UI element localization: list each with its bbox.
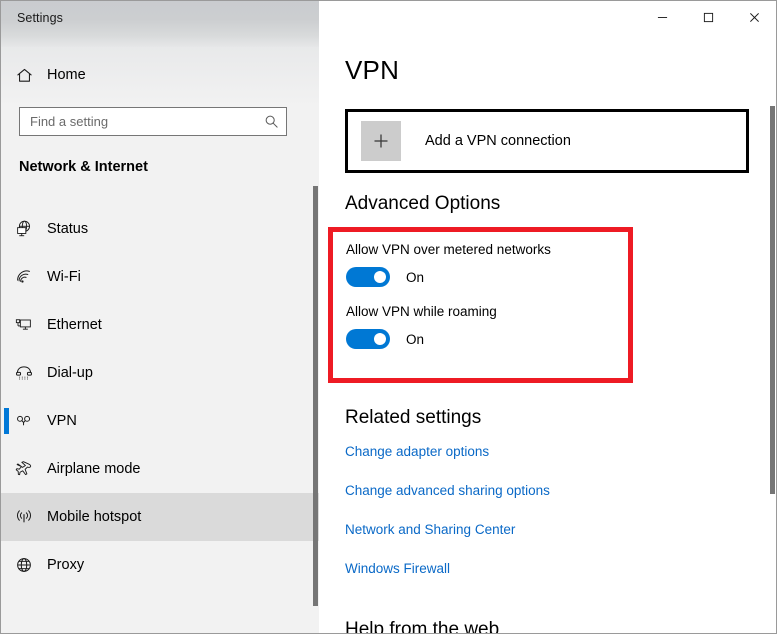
help-from-web-heading: Help from the web — [345, 619, 499, 634]
sidebar-scrollbar[interactable] — [313, 186, 318, 606]
sidebar-item-wifi[interactable]: Wi-Fi — [1, 253, 319, 301]
ethernet-icon — [1, 315, 47, 335]
maximize-button[interactable] — [685, 1, 731, 33]
link-windows-firewall[interactable]: Windows Firewall — [345, 561, 450, 576]
setting-allow-vpn-roaming-row: On — [346, 329, 497, 349]
setting-allow-vpn-roaming-label: Allow VPN while roaming — [346, 304, 497, 319]
sidebar-item-wifi-label: Wi-Fi — [47, 269, 81, 285]
add-vpn-connection-label: Add a VPN connection — [425, 133, 571, 149]
sidebar-nav-list: Status Wi-Fi — [1, 205, 319, 589]
page-title: VPN — [345, 55, 399, 86]
setting-allow-vpn-metered: Allow VPN over metered networks On — [346, 242, 551, 287]
plus-icon — [361, 121, 401, 161]
content-scrollbar[interactable] — [770, 106, 775, 494]
wifi-icon — [1, 267, 47, 287]
link-change-advanced-sharing-options[interactable]: Change advanced sharing options — [345, 483, 550, 498]
proxy-globe-icon — [1, 555, 47, 575]
related-settings-heading: Related settings — [345, 407, 481, 429]
advanced-options-heading: Advanced Options — [345, 193, 500, 215]
window-title: Settings — [17, 11, 63, 25]
toggle-allow-vpn-roaming-state: On — [406, 332, 424, 347]
sidebar-item-ethernet-label: Ethernet — [47, 317, 102, 333]
home-icon — [1, 66, 47, 85]
toggle-knob — [374, 271, 386, 283]
dialup-phone-icon — [1, 363, 47, 383]
sidebar-item-vpn[interactable]: VPN — [1, 397, 319, 445]
sidebar-item-airplane-mode[interactable]: Airplane mode — [1, 445, 319, 493]
sidebar-item-ethernet[interactable]: Ethernet — [1, 301, 319, 349]
sidebar-item-dialup-label: Dial-up — [47, 365, 93, 381]
sidebar-item-proxy[interactable]: Proxy — [1, 541, 319, 589]
sidebar-item-dialup[interactable]: Dial-up — [1, 349, 319, 397]
toggle-allow-vpn-metered-state: On — [406, 270, 424, 285]
title-bar: Settings — [1, 1, 319, 47]
sidebar-item-home-label: Home — [47, 67, 86, 83]
settings-window: Settings Home Network & Internet — [0, 0, 777, 634]
advanced-options-highlight-box: Allow VPN over metered networks On Allow… — [328, 227, 633, 383]
sidebar-item-status[interactable]: Status — [1, 205, 319, 253]
window-controls — [639, 1, 777, 33]
link-network-and-sharing-center[interactable]: Network and Sharing Center — [345, 522, 515, 537]
selection-indicator — [4, 408, 9, 434]
close-button[interactable] — [731, 1, 777, 33]
setting-allow-vpn-metered-row: On — [346, 267, 551, 287]
sidebar-item-airplane-mode-label: Airplane mode — [47, 461, 141, 477]
add-vpn-connection-button[interactable]: Add a VPN connection — [345, 109, 749, 173]
minimize-button[interactable] — [639, 1, 685, 33]
setting-allow-vpn-metered-label: Allow VPN over metered networks — [346, 242, 551, 257]
search-box[interactable] — [19, 107, 287, 136]
toggle-allow-vpn-roaming[interactable] — [346, 329, 390, 349]
sidebar-item-proxy-label: Proxy — [47, 557, 84, 573]
sidebar-item-mobile-hotspot-label: Mobile hotspot — [47, 509, 141, 525]
sidebar-section-heading: Network & Internet — [19, 159, 148, 175]
toggle-knob — [374, 333, 386, 345]
search-input[interactable] — [20, 108, 256, 135]
status-globe-icon — [1, 219, 47, 239]
sidebar-item-mobile-hotspot[interactable]: Mobile hotspot — [1, 493, 319, 541]
sidebar-item-status-label: Status — [47, 221, 88, 237]
airplane-icon — [1, 459, 47, 479]
link-change-adapter-options[interactable]: Change adapter options — [345, 444, 489, 459]
toggle-allow-vpn-metered[interactable] — [346, 267, 390, 287]
setting-allow-vpn-roaming: Allow VPN while roaming On — [346, 304, 497, 349]
main-content: VPN Add a VPN connection Advanced Option… — [319, 1, 777, 634]
search-icon[interactable] — [256, 114, 286, 129]
sidebar-item-vpn-label: VPN — [47, 413, 77, 429]
sidebar-item-home[interactable]: Home — [1, 58, 319, 92]
sidebar: Settings Home Network & Internet — [1, 1, 319, 634]
mobile-hotspot-icon — [1, 507, 47, 527]
